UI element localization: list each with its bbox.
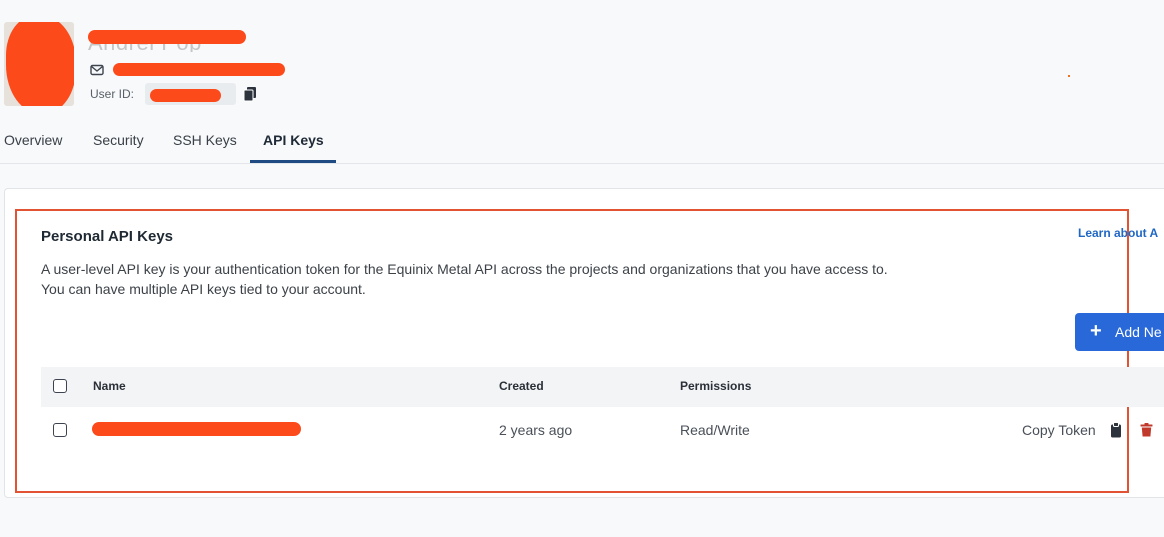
add-new-key-button[interactable]: + Add Ne bbox=[1075, 313, 1164, 351]
active-tab-indicator bbox=[250, 160, 336, 163]
stray-dot bbox=[1068, 75, 1070, 77]
key-permissions: Read/Write bbox=[680, 422, 750, 438]
email-redaction bbox=[113, 63, 285, 76]
key-name-redaction bbox=[92, 422, 301, 436]
tab-security[interactable]: Security bbox=[93, 132, 144, 148]
table-header: Name Created Permissions bbox=[41, 367, 1164, 407]
plus-icon: + bbox=[1090, 320, 1102, 342]
select-all-checkbox[interactable] bbox=[53, 379, 67, 393]
column-permissions: Permissions bbox=[680, 379, 752, 393]
name-redaction bbox=[88, 30, 246, 44]
row-checkbox[interactable] bbox=[53, 423, 67, 437]
copy-icon[interactable] bbox=[243, 86, 257, 102]
tab-overview[interactable]: Overview bbox=[4, 132, 62, 148]
tab-api-keys[interactable]: API Keys bbox=[263, 132, 324, 148]
learn-more-link[interactable]: Learn about A bbox=[1078, 226, 1158, 240]
avatar bbox=[4, 22, 74, 106]
column-name: Name bbox=[93, 379, 126, 393]
key-created: 2 years ago bbox=[499, 422, 573, 438]
tab-bar: Overview Security SSH Keys API Keys bbox=[0, 126, 1164, 164]
clipboard-icon[interactable] bbox=[1110, 422, 1122, 438]
tab-ssh-keys[interactable]: SSH Keys bbox=[173, 132, 237, 148]
column-created: Created bbox=[499, 379, 544, 393]
user-id-label: User ID: bbox=[90, 87, 135, 101]
trash-icon[interactable] bbox=[1140, 423, 1153, 437]
copy-token-button[interactable]: Copy Token bbox=[1022, 422, 1096, 438]
add-button-label: Add Ne bbox=[1115, 324, 1162, 340]
avatar-redaction bbox=[6, 22, 74, 106]
section-description: A user-level API key is your authenticat… bbox=[41, 261, 888, 297]
highlight-box bbox=[15, 209, 1129, 493]
user-id-redaction bbox=[150, 89, 221, 102]
section-title: Personal API Keys bbox=[41, 228, 174, 245]
mail-icon bbox=[90, 64, 104, 76]
